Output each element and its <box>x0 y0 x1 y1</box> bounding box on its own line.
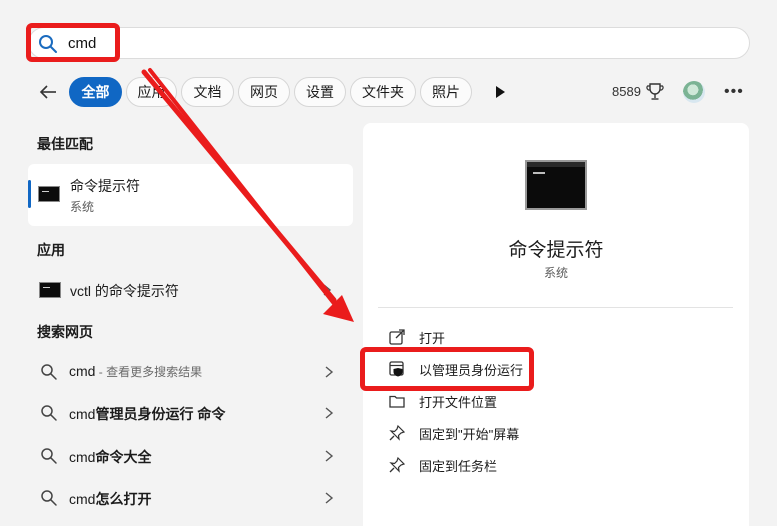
divider <box>378 307 733 308</box>
web-result-text: cmd命令大全 <box>69 449 152 465</box>
rewards-points: 8589 <box>612 84 641 99</box>
trophy-icon[interactable] <box>646 82 664 102</box>
search-icon <box>41 364 57 380</box>
pin-icon <box>389 456 406 473</box>
open-external-icon <box>389 329 405 345</box>
action-label: 固定到"开始"屏幕 <box>419 427 520 442</box>
web-result[interactable]: cmd - 查看更多搜索结果 <box>40 360 340 384</box>
search-icon <box>41 448 57 464</box>
play-icon[interactable] <box>493 85 507 99</box>
avatar[interactable] <box>683 81 705 103</box>
web-result-text: cmd怎么打开 <box>69 491 152 507</box>
search-icon <box>41 490 57 506</box>
apps-heading: 应用 <box>37 242 65 258</box>
action-pin-to-start[interactable]: 固定到"开始"屏幕 <box>388 422 688 444</box>
chevron-right-icon[interactable] <box>324 365 334 379</box>
web-search-heading: 搜索网页 <box>37 324 93 340</box>
action-label: 打开文件位置 <box>419 395 498 410</box>
cmd-app-icon <box>38 186 60 202</box>
cmd-app-icon-large <box>525 160 587 210</box>
filter-chip-folders[interactable]: 文件夹 <box>350 77 416 107</box>
highlight-search-box <box>26 23 120 62</box>
web-result-text: cmd管理员身份运行 命令 <box>69 406 226 422</box>
folder-icon <box>389 395 405 408</box>
search-box[interactable] <box>28 27 750 59</box>
search-icon <box>41 405 57 421</box>
best-match-type: 系统 <box>70 200 95 214</box>
web-result[interactable]: cmd命令大全 <box>40 444 340 468</box>
app-result-vctl-cmd[interactable]: vctl 的命令提示符 <box>70 281 179 301</box>
action-open-file-location[interactable]: 打开文件位置 <box>388 390 688 412</box>
chevron-right-icon[interactable] <box>324 449 334 463</box>
filter-chip-photos[interactable]: 照片 <box>420 77 472 107</box>
highlight-run-as-admin <box>360 347 534 391</box>
action-label: 固定到任务栏 <box>419 459 498 474</box>
action-pin-to-taskbar[interactable]: 固定到任务栏 <box>388 454 688 476</box>
best-match-heading: 最佳匹配 <box>37 136 93 152</box>
filter-chip-documents[interactable]: 文档 <box>181 77 234 107</box>
filter-chip-settings[interactable]: 设置 <box>294 77 346 107</box>
more-options-icon[interactable]: ••• <box>724 82 743 102</box>
pin-icon <box>389 424 406 441</box>
best-match-name: 命令提示符 <box>70 178 140 194</box>
back-arrow-icon[interactable] <box>38 82 58 102</box>
web-result-text: cmd - 查看更多搜索结果 <box>69 363 203 379</box>
filter-chip-web[interactable]: 网页 <box>238 77 290 107</box>
filter-chip-all[interactable]: 全部 <box>69 77 122 107</box>
action-open[interactable]: 打开 <box>388 326 688 348</box>
filter-chip-apps[interactable]: 应用 <box>126 77 177 107</box>
web-result[interactable]: cmd怎么打开 <box>40 486 340 510</box>
cmd-app-icon <box>39 282 61 298</box>
web-result[interactable]: cmd管理员身份运行 命令 <box>40 401 340 425</box>
detail-title: 命令提示符 <box>508 240 604 261</box>
action-label: 打开 <box>419 331 446 346</box>
chevron-right-icon[interactable] <box>324 491 334 505</box>
detail-subtitle: 系统 <box>543 266 568 280</box>
chevron-right-icon[interactable] <box>322 283 332 297</box>
chevron-right-icon[interactable] <box>324 406 334 420</box>
selection-indicator <box>28 180 31 208</box>
